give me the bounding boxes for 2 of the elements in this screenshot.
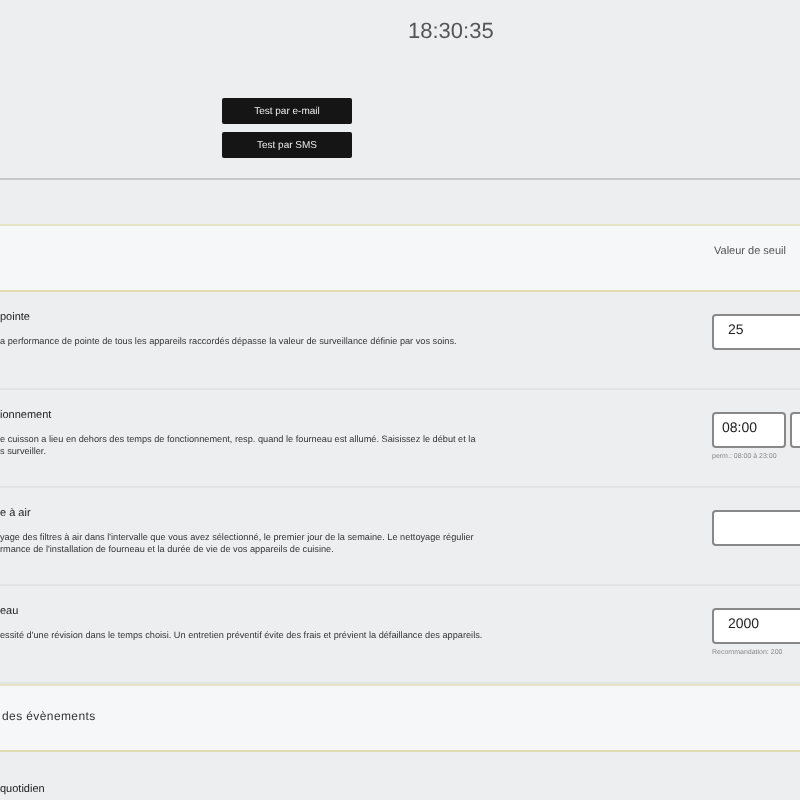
clock-time: 18:30:35 [408, 20, 494, 44]
input-field[interactable] [712, 510, 800, 546]
